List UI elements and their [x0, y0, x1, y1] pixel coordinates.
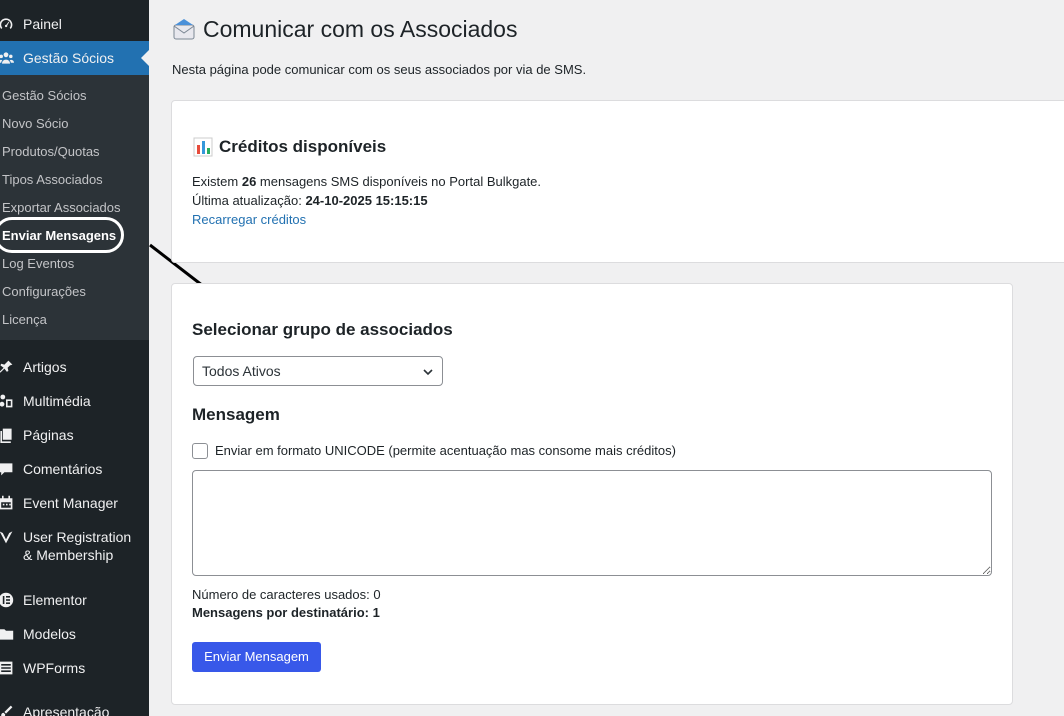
menu-item-label: Painel [23, 16, 62, 32]
menu-item-label: Apresentação [23, 704, 110, 716]
menu-item-elementor[interactable]: Elementor [0, 591, 149, 609]
admin-sidebar: Painel Gestão Sócios Gestão Sócios Novo … [0, 0, 149, 716]
submenu-gestao-socios: Gestão Sócios Novo Sócio Produtos/Quotas… [0, 75, 149, 340]
submenu-item-log-eventos[interactable]: Log Eventos [2, 256, 74, 272]
menu-item-label: WPForms [23, 660, 86, 676]
submenu-item-licenca[interactable]: Licença [2, 312, 47, 328]
highlight-circle [0, 217, 124, 253]
menu-item-user-registration[interactable]: User Registration & Membership [0, 528, 140, 564]
page-title: Comunicar com os Associados [203, 16, 518, 42]
menu-item-painel[interactable]: Painel [0, 15, 149, 33]
messages-per-recipient: Mensagens por destinatário: 1 [192, 605, 380, 620]
menu-item-label: User Registration & Membership [23, 529, 132, 563]
group-select[interactable]: Todos Ativos [193, 356, 443, 386]
elementor-icon [0, 591, 14, 609]
menu-item-label: Páginas [23, 427, 74, 443]
comment-icon [0, 460, 14, 478]
bar-chart-icon [193, 137, 213, 157]
credits-card: Créditos disponíveis Existem 26 mensagen… [171, 100, 1064, 263]
menu-item-label: Event Manager [23, 495, 118, 511]
group-heading: Selecionar grupo de associados [192, 320, 453, 339]
message-textarea[interactable] [192, 470, 992, 576]
updated-value: 24-10-2025 15:15:15 [305, 193, 428, 208]
menu-item-label: Elementor [23, 592, 87, 608]
media-icon [0, 392, 14, 410]
menu-item-label: Modelos [23, 626, 76, 642]
submenu-item-produtos-quotas[interactable]: Produtos/Quotas [2, 144, 100, 160]
forms-icon [0, 659, 14, 677]
credits-count-line: Existem 26 mensagens SMS disponíveis no … [192, 173, 541, 191]
menu-item-label: Comentários [23, 461, 103, 477]
menu-item-apresentacao[interactable]: Apresentação [0, 703, 149, 716]
char-count: Número de caracteres usados: 0 [192, 587, 381, 602]
brush-icon [0, 703, 14, 716]
message-heading: Mensagem [192, 405, 280, 424]
submenu-item-gestao-socios[interactable]: Gestão Sócios [2, 88, 87, 104]
menu-item-label: Multimédia [23, 393, 91, 409]
pages-icon [0, 426, 14, 444]
users-icon [0, 49, 14, 67]
folder-icon [0, 625, 14, 643]
submenu-item-tipos-associados[interactable]: Tipos Associados [2, 172, 103, 188]
credits-updated-line: Última atualização: 24-10-2025 15:15:15 [192, 192, 428, 210]
credits-count: 26 [241, 174, 257, 189]
credits-heading: Créditos disponíveis [219, 137, 387, 156]
submenu-item-exportar-associados[interactable]: Exportar Associados [2, 200, 121, 216]
reload-link-line: Recarregar créditos [192, 211, 306, 229]
unicode-label: Enviar em formato UNICODE (permite acent… [215, 443, 676, 458]
menu-item-multimedia[interactable]: Multimédia [0, 392, 149, 410]
credits-prefix: Existem [192, 174, 242, 189]
menu-item-artigos[interactable]: Artigos [0, 358, 149, 376]
group-select-value: Todos Ativos [202, 363, 281, 379]
updated-label: Última atualização: [192, 193, 306, 208]
pin-icon [0, 358, 14, 376]
unicode-checkbox[interactable] [192, 443, 208, 459]
menu-item-comentarios[interactable]: Comentários [0, 460, 149, 478]
chevron-down-icon [423, 369, 433, 376]
calendar-icon [0, 494, 14, 512]
menu-item-wpforms[interactable]: WPForms [0, 659, 149, 677]
menu-item-label: Artigos [23, 359, 67, 375]
envelope-icon [173, 19, 195, 40]
send-message-button[interactable]: Enviar Mensagem [192, 642, 321, 672]
menu-item-paginas[interactable]: Páginas [0, 426, 149, 444]
menu-item-gestao-socios[interactable]: Gestão Sócios [0, 41, 149, 75]
ur-logo-icon [0, 528, 14, 546]
reload-credits-link[interactable]: Recarregar créditos [192, 212, 306, 227]
dashboard-icon [0, 15, 14, 33]
credits-suffix: mensagens SMS disponíveis no Portal Bulk… [256, 174, 542, 189]
menu-item-event-manager[interactable]: Event Manager [0, 494, 149, 512]
page-description: Nesta página pode comunicar com os seus … [172, 62, 587, 77]
submenu-item-novo-socio[interactable]: Novo Sócio [2, 116, 68, 132]
menu-item-modelos[interactable]: Modelos [0, 625, 149, 643]
submenu-item-configuracoes[interactable]: Configurações [2, 284, 86, 300]
menu-item-label: Gestão Sócios [23, 50, 115, 66]
